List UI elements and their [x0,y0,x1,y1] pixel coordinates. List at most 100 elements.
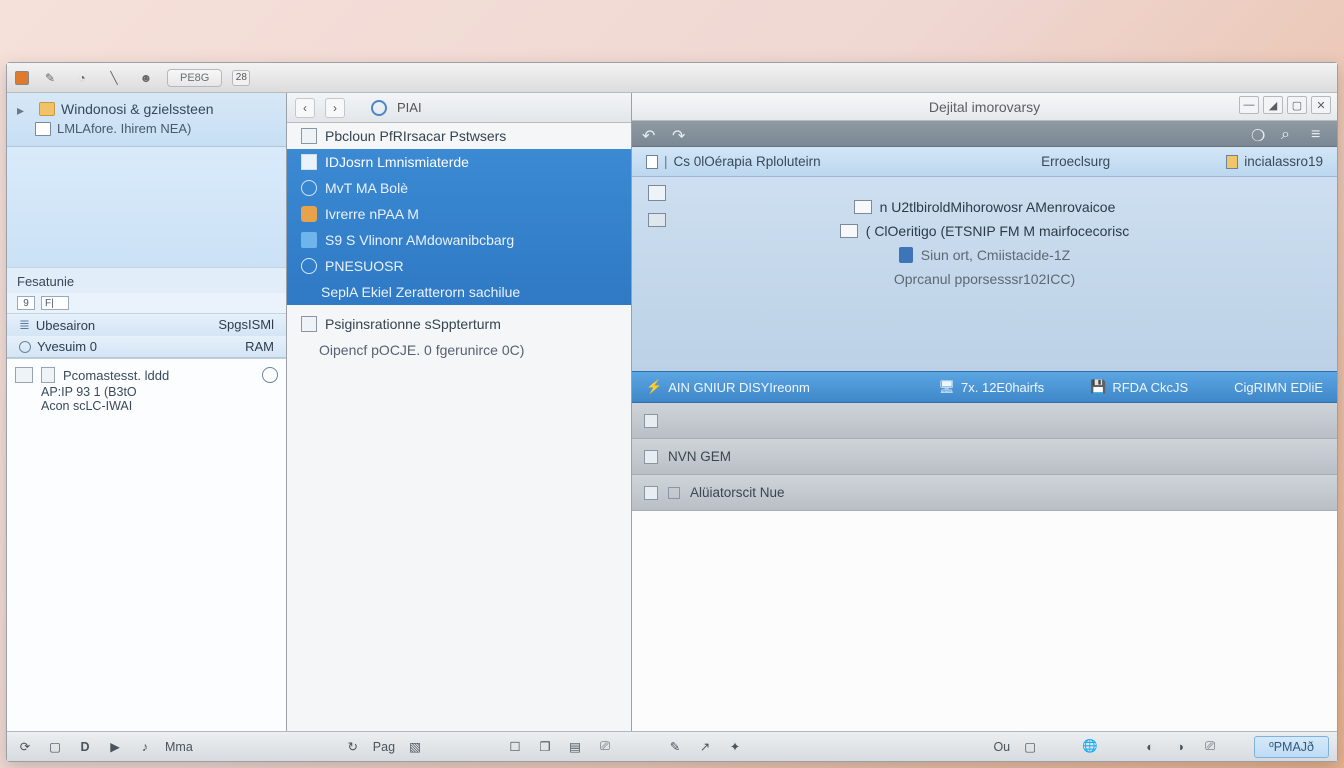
top-toolbar: ✎ ◔ ╲ ☻ PE8G 28 [7,63,1337,93]
tb-i5-icon[interactable]: ✎ [665,738,685,756]
quick-filter-row: 9 F| [7,293,286,314]
content-line-2: ( ClOeritigo (ETSNIP FM M mairfocecorisc [866,223,1129,239]
mid-item-top-0[interactable]: Pbcloun PfRIrsacar Pstwsers [287,123,631,149]
globe-small-icon[interactable] [262,367,278,383]
mid-selected-group: IDJosrn Lmnismiaterde MvT MA Bolè Ivrerr… [287,149,631,305]
quick-filter-field-1[interactable]: 9 [17,296,35,310]
mid-item-bot-1[interactable]: Oipencf pOCJE. 0 fgerunirce 0C) [287,337,631,363]
grid-tool-icon[interactable] [648,185,666,201]
tb-i7-icon[interactable]: ✦ [725,738,745,756]
stack-bar-1[interactable] [632,403,1337,439]
left-panel: ▸ Windonosi & gzielssteen LMLAfore. Ihir… [7,93,287,731]
tb-chip[interactable]: ºPMAJð [1254,736,1329,758]
stack-bar-2[interactable]: NVN GEM [632,439,1337,475]
disk-icon [644,414,658,428]
ribbon-seg-4[interactable]: CigRIMN EDliE [1234,380,1323,395]
tb-globe-icon[interactable]: 🌐 [1080,738,1100,756]
tb-d-icon[interactable]: D [75,738,95,756]
tb-sq1-icon[interactable]: ▢ [1020,738,1040,756]
tb-refresh2-icon[interactable]: ↻ [343,738,363,756]
pc-icon: 🖥 [939,379,956,395]
tree-child-label: LMLAfore. Ihirem NEA) [57,121,191,136]
toolbar-button-3[interactable]: ╲ [103,68,125,88]
mid-sel-4[interactable]: PNESUOSR [287,253,631,279]
tb-power-icon[interactable]: ⟳ [15,738,35,756]
mid-toolbar-label: PIAI [397,100,422,115]
rt-search-icon[interactable]: ⌕ [1281,126,1297,142]
window-opt-button[interactable]: ◢ [1263,96,1283,114]
tb-r2-icon[interactable]: ◑ [1170,738,1190,756]
bolt-icon: ⚡ [646,379,662,395]
detail-header-row[interactable]: Pcomastesst. lddd [15,365,278,385]
mid-sel-3-label: S9 S Vlinonr AMdowanibcbarg [325,232,514,248]
toolbar-pill[interactable]: PE8G [167,69,222,87]
ribbon-seg-1-label: AIN GNIUR DISYIreonm [668,380,810,395]
tb-note-icon[interactable]: ♪ [135,738,155,756]
tree-root-label: Windonosi & gzielssteen [61,101,214,117]
prop-row-2[interactable]: Yvesuim 0 RAM [7,336,286,358]
rt-gear-icon[interactable]: ❍ [1251,126,1267,142]
prop-row-2-right: RAM [245,339,274,354]
window-min-button[interactable]: — [1239,96,1259,114]
toolbar-button-emoji[interactable]: ☻ [135,68,157,88]
tb-window-icon[interactable]: ▢ [45,738,65,756]
tb-r1-icon[interactable]: ◐ [1140,738,1160,756]
ribbon-seg-2[interactable]: 🖥 7x. 12E0hairfs [939,379,1045,395]
search-icon [301,258,317,274]
right-titlebar: Dejital imorovarsy — ◢ ▢ ✕ [632,93,1337,121]
tb-box-icon[interactable]: ▧ [405,738,425,756]
tab-3[interactable]: incialassro19 [1226,154,1323,169]
folder-icon [39,102,55,116]
tb-i1-icon[interactable]: ☐ [505,738,525,756]
right-panel: Dejital imorovarsy — ◢ ▢ ✕ ↶ ↷ ❍ ⌕ ≡ [632,93,1337,731]
right-toolbar: ↶ ↷ ❍ ⌕ ≡ [632,121,1337,147]
content-line-1: n U2tlbiroldMihorowosr AMenrovaicoe [880,199,1116,215]
content-icon-2 [840,224,858,238]
mid-sel-5[interactable]: SeplA Ekiel Zeratterorn sachilue [287,279,631,305]
toolbar-button-1[interactable]: ✎ [39,68,61,88]
nav-fwd-button[interactable]: › [325,98,345,118]
stack-bar-3[interactable]: Alüiatorscit Nue [632,475,1337,511]
tab-3-label: incialassro19 [1244,154,1323,169]
ribbon-seg-1[interactable]: ⚡ AIN GNIUR DISYIreonm [646,379,810,395]
window-close-button[interactable]: ✕ [1311,96,1331,114]
tb-i2-icon[interactable]: ❐ [535,738,555,756]
rt-menu-icon[interactable]: ≡ [1311,126,1327,142]
tb-i3-icon[interactable]: ▤ [565,738,585,756]
doc-small-icon [646,155,658,169]
rt-fwd-icon[interactable]: ↷ [672,126,688,142]
quick-filter-field-2[interactable]: F| [41,296,69,310]
left-detail-block: Pcomastesst. lddd AP:IP 93 1 (B3tO Acon … [7,358,286,731]
keyboard-tool-icon[interactable] [648,213,666,227]
toolbar-mini[interactable]: 28 [232,70,250,86]
toolbar-button-clock[interactable]: ◔ [71,68,93,88]
folder-blue-icon [301,232,317,248]
mid-sel-0[interactable]: IDJosrn Lmnismiaterde [287,149,631,175]
tree-root-row[interactable]: ▸ Windonosi & gzielssteen [17,99,276,119]
detail-line-1: AP:IP 93 1 (B3tO [15,385,278,399]
ribbon-seg-3[interactable]: 💾 RFDA CkcJS [1090,379,1188,395]
feature-section-label: Fesatunie [7,267,286,293]
tb-play-icon[interactable]: ▶ [105,738,125,756]
tb-i4-icon[interactable]: ⎚ [595,738,615,756]
mid-item-bot-0[interactable]: Psiginsrationne sSppterturm [287,311,631,337]
mid-sel-3[interactable]: S9 S Vlinonr AMdowanibcbarg [287,227,631,253]
tb-chip-label: ºPMAJð [1269,740,1314,754]
window-max-button[interactable]: ▢ [1287,96,1307,114]
left-spacer-upper [7,147,286,267]
ribbon-seg-2-label: 7x. 12E0hairfs [961,380,1044,395]
tab-1[interactable]: | Cs 0lOérapia Rploluteirn [646,154,821,169]
nav-back-button[interactable]: ‹ [295,98,315,118]
tb-i6-icon[interactable]: ↗ [695,738,715,756]
detail-header-label: Pcomastesst. lddd [63,368,169,383]
mid-sel-2[interactable]: Ivrerre nPAA M [287,201,631,227]
tb-r3-icon[interactable]: ⎚ [1200,738,1220,756]
prop-row-1-left: Ubesairon [36,318,95,333]
flag-icon [668,487,680,499]
tree-child-row[interactable]: LMLAfore. Ihirem NEA) [17,119,276,138]
save-icon: 💾 [1090,379,1106,395]
rt-back-icon[interactable]: ↶ [642,126,658,142]
mid-sel-1[interactable]: MvT MA Bolè [287,175,631,201]
prop-row-1[interactable]: ≣ Ubesairon SpgsISMl [7,314,286,336]
tab-2[interactable]: Erroeclsurg [1041,154,1110,169]
